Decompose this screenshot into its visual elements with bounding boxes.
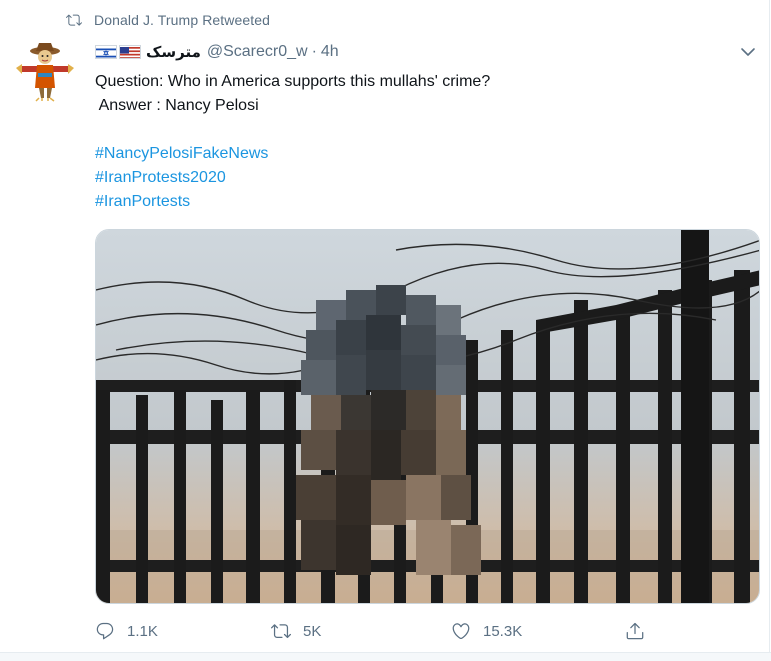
reply-icon <box>96 622 114 640</box>
retweet-context-text: Donald J. Trump Retweeted <box>94 12 271 28</box>
tweet-header: مترسک @Scarecr0_w · 4h <box>95 41 339 63</box>
flag-israel-icon <box>95 45 117 59</box>
reply-count: 1.1K <box>127 622 158 640</box>
retweet-context[interactable]: Donald J. Trump Retweeted <box>66 10 270 30</box>
like-count: 15.3K <box>483 622 523 640</box>
share-button[interactable] <box>625 618 657 644</box>
media-photo <box>96 230 759 603</box>
retweet-icon <box>271 624 291 639</box>
tweet-text-line-2: Answer : Nancy Pelosi <box>95 97 259 114</box>
tweet-actions: 1.1K 5K 15.3K <box>95 618 655 644</box>
tweet-text-line-1: Question: Who in America supports this m… <box>95 73 491 90</box>
tweet-media-image[interactable] <box>95 229 760 604</box>
like-button[interactable]: 15.3K <box>451 618 522 644</box>
hashtag-link[interactable]: #IranPortests <box>95 190 735 214</box>
retweet-button[interactable]: 5K <box>271 618 321 644</box>
flag-usa-icon <box>119 45 141 59</box>
retweet-count: 5K <box>303 622 322 640</box>
tweet-time[interactable]: 4h <box>321 43 339 61</box>
hashtag-link[interactable]: #NancyPelosiFakeNews <box>95 142 735 166</box>
author-handle[interactable]: @Scarecr0_w <box>207 43 308 61</box>
tweet-text: Question: Who in America supports this m… <box>95 70 735 214</box>
share-icon <box>626 622 644 640</box>
header-separator: · <box>311 43 317 60</box>
author-avatar[interactable] <box>14 40 76 102</box>
author-display-name[interactable]: مترسک <box>146 43 201 61</box>
heart-icon <box>452 623 470 640</box>
hashtag-link[interactable]: #IranProtests2020 <box>95 166 735 190</box>
retweet-icon <box>66 14 82 26</box>
reply-button[interactable]: 1.1K <box>95 618 158 644</box>
chevron-down-icon[interactable] <box>738 44 758 60</box>
tweet-card[interactable]: Donald J. Trump Retweeted مترسک @Scarecr… <box>0 0 770 652</box>
